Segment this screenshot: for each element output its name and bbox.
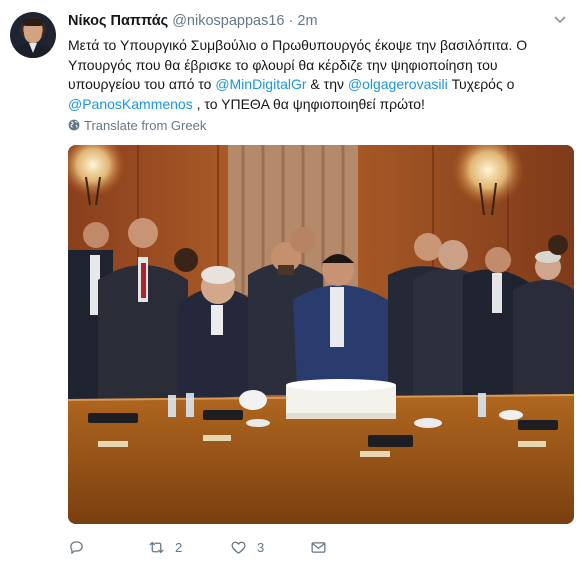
envelope-icon [311, 541, 326, 553]
tweet-actions: 2 3 [68, 537, 368, 557]
tweet-header: Νίκος Παππάς @nikospappas16 · 2m [68, 12, 318, 30]
reply-button[interactable] [68, 537, 95, 557]
photo-image [68, 145, 574, 524]
retweet-count: 2 [175, 539, 183, 555]
translate-link[interactable]: Translate from Greek [68, 118, 206, 134]
tweet-text-part: & την [306, 76, 348, 92]
author-name[interactable]: Νίκος Παππάς [68, 13, 168, 29]
chevron-down-icon[interactable] [553, 14, 567, 24]
tweet-card[interactable]: Νίκος Παππάς @nikospappas16 · 2m Μετά το… [0, 0, 581, 566]
translate-label: Translate from Greek [84, 118, 207, 133]
timestamp[interactable]: 2m [297, 13, 317, 29]
mention-link[interactable]: @PanosKammenos [68, 96, 193, 112]
separator-dot: · [288, 13, 294, 29]
globe-icon [68, 119, 80, 131]
avatar[interactable] [10, 12, 56, 58]
mention-link[interactable]: @olgagerovasili [348, 76, 448, 92]
heart-icon [231, 541, 246, 554]
direct-message-button[interactable] [310, 537, 327, 557]
like-count: 3 [257, 539, 265, 555]
reply-icon [70, 540, 83, 554]
tweet-text-part: , το ΥΠΕΘΑ θα ψηφιοποιηθεί πρώτο! [192, 95, 425, 112]
tweet-text: Μετά το Υπουργικό Συμβούλιο ο Πρωθυπουργ… [68, 36, 573, 114]
tweet-text-part: Τυχερός ο [447, 76, 515, 92]
retweet-icon [149, 541, 164, 553]
mention-link[interactable]: @MinDigitalGr [215, 76, 306, 92]
retweet-button[interactable]: 2 [148, 537, 182, 557]
tweet-photo[interactable] [68, 145, 574, 524]
like-button[interactable]: 3 [230, 537, 264, 557]
author-handle[interactable]: @nikospappas16 [172, 13, 284, 29]
